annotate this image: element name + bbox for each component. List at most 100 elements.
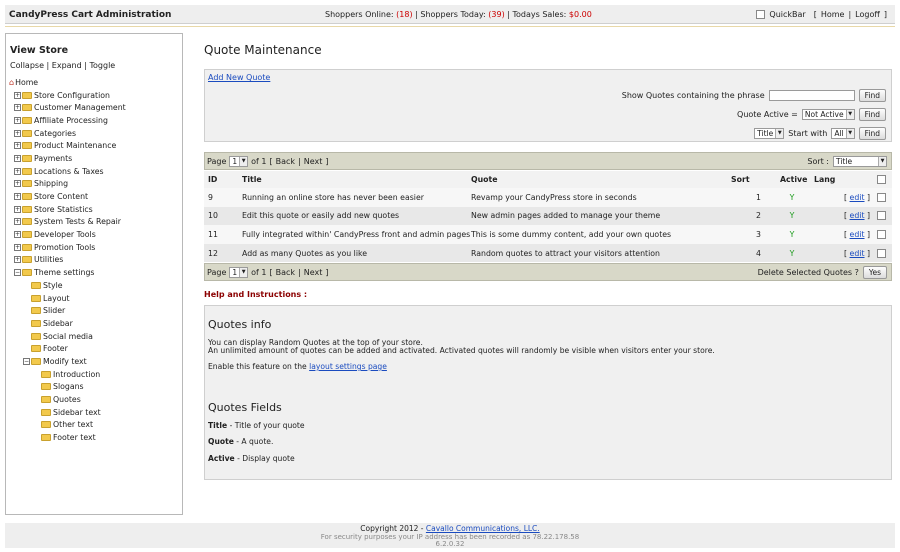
expand-icon[interactable]: + [14,205,21,213]
tree-item[interactable]: Style [9,279,126,292]
page-select[interactable]: 1 ▼ [229,156,249,167]
expand-icon[interactable]: + [14,193,21,201]
view-store-link[interactable]: View Store [10,45,68,56]
find-phrase-button[interactable]: Find [858,89,886,102]
next-link[interactable]: Next [304,268,323,277]
tree-item[interactable]: + Store Content [9,190,126,203]
tree-item[interactable]: + Locations & Taxes [9,165,126,178]
tree-item[interactable]: + Promotion Tools [9,241,126,254]
toggle-link[interactable]: Toggle [89,61,115,70]
tree-item-label: Slogans [53,382,84,392]
expand-icon[interactable]: + [14,129,21,137]
layout-settings-link[interactable]: layout settings page [309,362,387,371]
active-label: Quote Active = [737,110,798,119]
tree-item[interactable]: + Payments [9,152,126,165]
tree-item[interactable]: + Developer Tools [9,228,126,241]
edit-link[interactable]: edit [850,193,865,202]
tree-item[interactable]: + Product Maintenance [9,139,126,152]
tree-item-home[interactable]: ⌂ Home [9,76,126,89]
active-select[interactable]: Not Active ▼ [801,109,855,120]
tree-item[interactable]: Footer text [9,431,126,444]
cell-sort: 1 [756,192,761,202]
delete-yes-button[interactable]: Yes [862,266,887,279]
tree-item[interactable]: + Shipping [9,178,126,191]
tree-item-theme-settings[interactable]: − Theme settings [9,266,126,279]
cell-quote: Random quotes to attract your visitors a… [471,248,660,258]
expand-icon[interactable]: + [14,167,21,175]
next-link[interactable]: Next [304,157,323,166]
shoppers-online-count: (18) [396,10,413,19]
sidebar: View Store Collapse | Expand | Toggle ⌂ … [5,33,183,515]
page-select[interactable]: 1 ▼ [229,267,249,278]
phrase-input[interactable] [768,90,855,101]
col-header-id[interactable]: ID [208,175,217,184]
tree-item[interactable]: + Store Statistics [9,203,126,216]
expand-icon[interactable]: + [14,231,21,239]
collapse-icon[interactable]: − [23,357,30,365]
tree-item-label: Other text [53,420,94,430]
col-header-lang[interactable]: Lang [814,175,835,184]
find-start-button[interactable]: Find [858,127,886,140]
edit-link[interactable]: edit [850,249,865,258]
collapse-link[interactable]: Collapse [10,61,44,70]
home-link[interactable]: Home [821,10,845,19]
row-checkbox[interactable] [877,211,886,221]
logoff-link[interactable]: Logoff [855,10,880,19]
edit-link[interactable]: edit [850,211,865,220]
expand-icon[interactable]: + [14,218,21,226]
col-header-active[interactable]: Active [780,175,807,184]
collapse-icon[interactable]: − [14,269,21,277]
expand-icon[interactable]: + [14,243,21,251]
page-label: Page [207,268,227,277]
tree-item[interactable]: Introduction [9,368,126,381]
tree-item-modify-text[interactable]: − Modify text [9,355,126,368]
tree-item[interactable]: Quotes [9,393,126,406]
cell-id: 10 [208,211,218,221]
company-link[interactable]: Cavallo Communications, LLC. [426,524,540,533]
back-link[interactable]: Back [276,268,295,277]
tree-item[interactable]: Sidebar [9,317,126,330]
start-with-select[interactable]: All ▼ [831,128,855,139]
quickbar-checkbox[interactable] [756,10,766,19]
tree-item[interactable]: + Utilities [9,254,126,267]
back-link[interactable]: Back [276,157,295,166]
tree-item[interactable]: Sidebar text [9,406,126,419]
tree-item[interactable]: + System Tests & Repair [9,216,126,229]
edit-link[interactable]: edit [850,230,865,239]
field-select[interactable]: Title ▼ [754,128,785,139]
chevron-down-icon: ▼ [878,157,886,166]
expand-icon[interactable]: + [14,154,21,162]
quickbar-label: QuickBar [769,10,806,19]
select-all-checkbox[interactable] [877,175,886,184]
tree-item[interactable]: Layout [9,292,126,305]
expand-icon[interactable]: + [14,142,21,150]
col-header-quote[interactable]: Quote [471,175,498,184]
expand-link[interactable]: Expand [52,61,82,70]
row-checkbox[interactable] [877,192,886,202]
expand-icon[interactable]: + [14,91,21,99]
sort-select-value: Title [836,157,853,166]
expand-icon[interactable]: + [14,256,21,264]
sort-label: Sort : [807,157,829,166]
sort-select[interactable]: Title ▼ [833,156,887,167]
find-active-button[interactable]: Find [858,108,886,121]
tree-item[interactable]: Social media [9,330,126,343]
tree-item[interactable]: + Categories [9,127,126,140]
tree-item[interactable]: Other text [9,419,126,432]
tree-item[interactable]: Footer [9,342,126,355]
add-new-quote-link[interactable]: Add New Quote [208,73,270,82]
tree-item[interactable]: + Affiliate Processing [9,114,126,127]
row-checkbox[interactable] [877,248,886,258]
tree-item[interactable]: + Store Configuration [9,89,126,102]
folder-icon [22,205,32,213]
expand-icon[interactable]: + [14,180,21,188]
col-header-title[interactable]: Title [242,175,262,184]
expand-icon[interactable]: + [14,116,21,124]
row-checkbox[interactable] [877,229,886,239]
tree-item-label: Quotes [53,395,81,405]
expand-icon[interactable]: + [14,104,21,112]
tree-item[interactable]: Slider [9,304,126,317]
tree-item[interactable]: Slogans [9,381,126,394]
tree-item[interactable]: + Customer Management [9,101,126,114]
col-header-sort[interactable]: Sort [731,175,758,184]
